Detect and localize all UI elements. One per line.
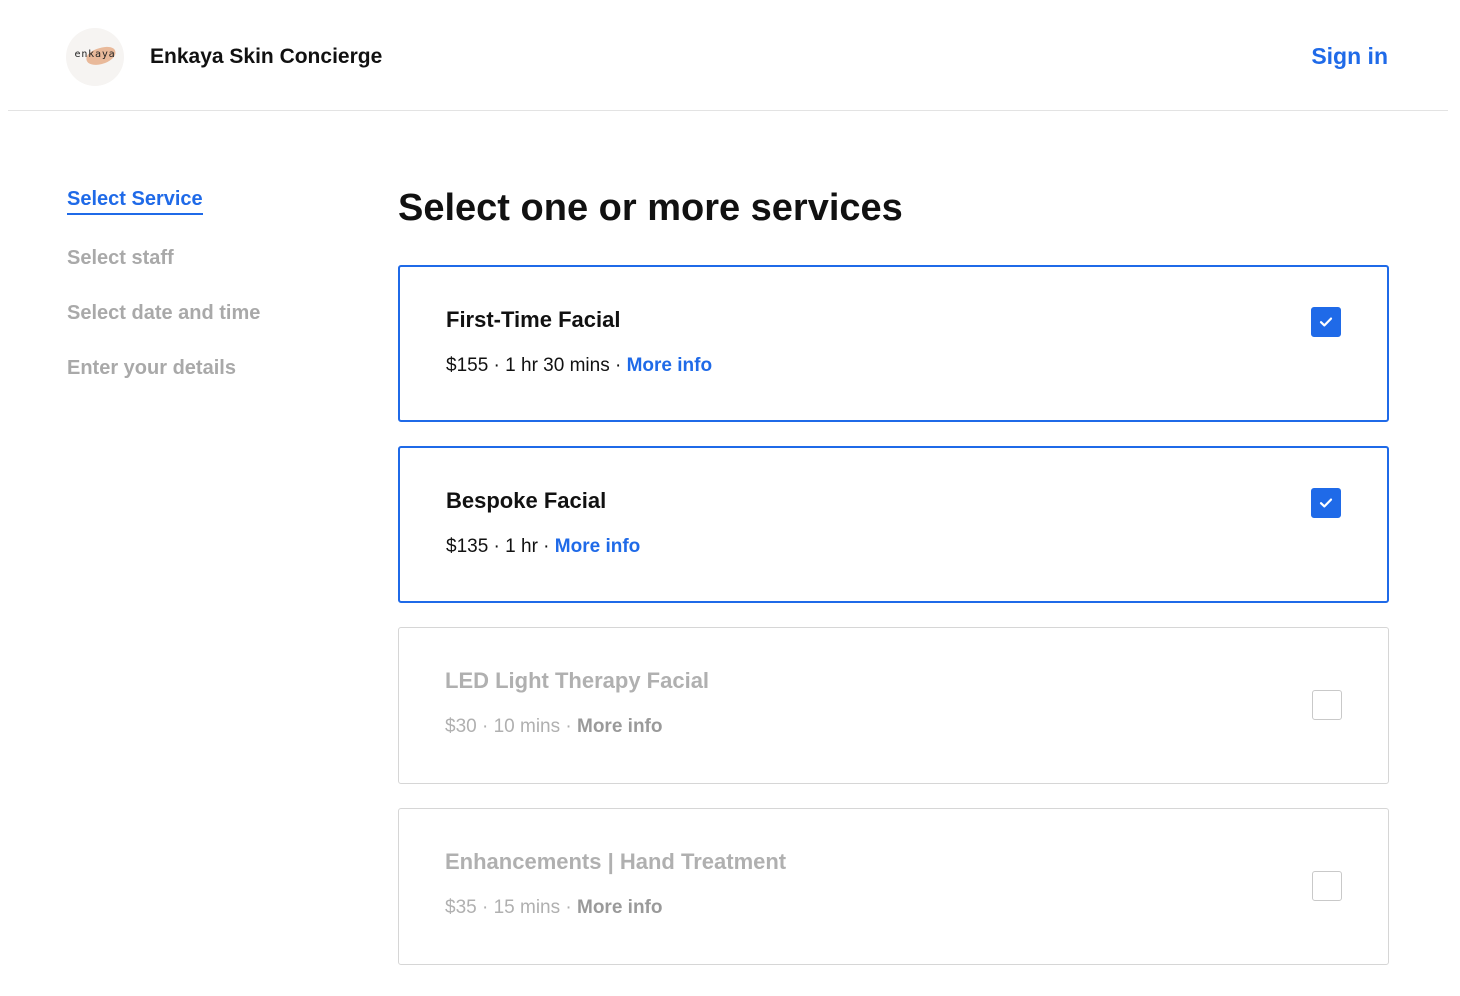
service-checkbox[interactable] bbox=[1311, 307, 1341, 337]
service-card-bespoke-facial[interactable]: Bespoke Facial $135 · 1 hr · More info bbox=[398, 446, 1389, 603]
step-select-date-time[interactable]: Select date and time bbox=[67, 302, 260, 325]
step-enter-details[interactable]: Enter your details bbox=[67, 357, 260, 380]
service-selection: Select one or more services First-Time F… bbox=[398, 180, 1389, 989]
service-price-duration: $30 · 10 mins · bbox=[445, 716, 577, 737]
service-card-hand-treatment[interactable]: Enhancements | Hand Treatment $35 · 15 m… bbox=[398, 808, 1389, 965]
service-checkbox[interactable] bbox=[1311, 488, 1341, 518]
logo-text: enkaya bbox=[74, 49, 116, 60]
more-info-link[interactable]: More info bbox=[577, 897, 663, 918]
business-name: Enkaya Skin Concierge bbox=[150, 45, 383, 68]
business-logo[interactable]: enkaya bbox=[66, 28, 124, 86]
service-meta: $155 · 1 hr 30 mins · More info bbox=[446, 355, 712, 377]
service-name: Enhancements | Hand Treatment bbox=[445, 849, 787, 874]
service-card-led-light-therapy-facial[interactable]: LED Light Therapy Facial $30 · 10 mins ·… bbox=[398, 627, 1389, 784]
service-card-first-time-facial[interactable]: First-Time Facial $155 · 1 hr 30 mins · … bbox=[398, 265, 1389, 422]
service-name: First-Time Facial bbox=[446, 307, 621, 332]
service-price-duration: $155 · 1 hr 30 mins · bbox=[446, 355, 627, 376]
service-checkbox[interactable] bbox=[1312, 871, 1342, 901]
step-select-staff[interactable]: Select staff bbox=[67, 247, 260, 270]
sign-in-link[interactable]: Sign in bbox=[1311, 43, 1388, 70]
page-title: Select one or more services bbox=[398, 187, 903, 229]
service-name: Bespoke Facial bbox=[446, 488, 607, 513]
booking-steps-nav: Select Service Select staff Select date … bbox=[67, 188, 260, 412]
service-meta: $135 · 1 hr · More info bbox=[446, 536, 640, 558]
service-name: LED Light Therapy Facial bbox=[445, 668, 710, 693]
service-meta: $35 · 15 mins · More info bbox=[445, 897, 663, 919]
more-info-link[interactable]: More info bbox=[627, 355, 713, 376]
check-icon bbox=[1319, 317, 1333, 327]
service-price-duration: $135 · 1 hr · bbox=[446, 536, 555, 557]
top-bar: enkaya Enkaya Skin Concierge Sign in bbox=[8, 0, 1448, 111]
service-checkbox[interactable] bbox=[1312, 690, 1342, 720]
service-meta: $30 · 10 mins · More info bbox=[445, 716, 663, 738]
step-select-service[interactable]: Select Service bbox=[67, 188, 203, 215]
more-info-link[interactable]: More info bbox=[555, 536, 641, 557]
more-info-link[interactable]: More info bbox=[577, 716, 663, 737]
service-price-duration: $35 · 15 mins · bbox=[445, 897, 577, 918]
check-icon bbox=[1319, 498, 1333, 508]
